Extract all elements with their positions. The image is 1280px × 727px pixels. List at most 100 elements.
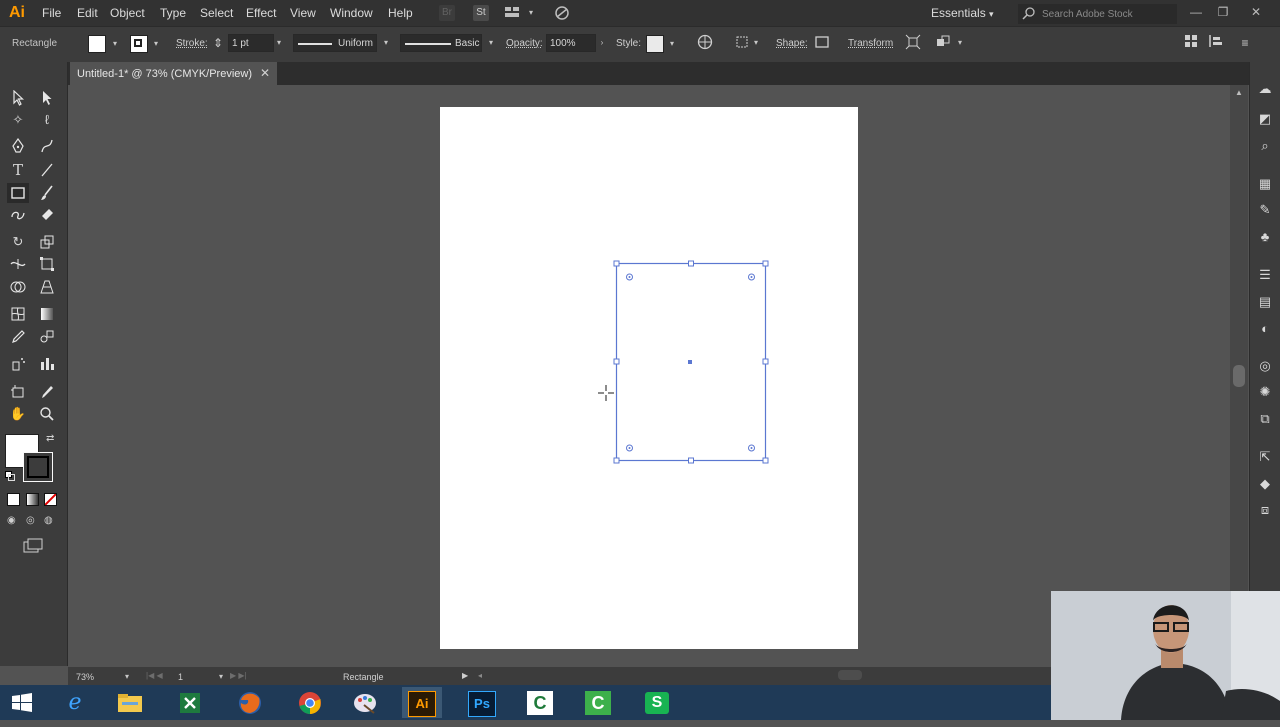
excel-icon[interactable] [170, 687, 210, 718]
lasso-tool-icon[interactable]: ℓ [36, 110, 58, 130]
eyedropper-tool-icon[interactable] [7, 327, 29, 347]
stock-search-box[interactable] [1018, 4, 1177, 24]
horizontal-scroll-thumb[interactable] [838, 670, 862, 680]
chevron-down-icon[interactable]: ▾ [751, 38, 761, 48]
variable-width-profile[interactable]: Uniform [293, 34, 377, 52]
color-mode-button[interactable] [7, 493, 20, 506]
start-button-icon[interactable] [2, 687, 42, 718]
zoom-level[interactable]: 73% [76, 672, 94, 682]
stock-icon[interactable]: St [473, 5, 489, 21]
rotate-tool-icon[interactable]: ↻ [7, 232, 29, 252]
chevron-down-icon[interactable]: ▾ [122, 672, 132, 682]
scroll-up-icon[interactable]: ▲ [1233, 88, 1245, 98]
close-window-button[interactable]: ✕ [1245, 3, 1267, 21]
blend-tool-icon[interactable] [36, 327, 58, 347]
distribute-icon[interactable] [1207, 34, 1225, 52]
stroke-panel-icon[interactable]: ☰ [1255, 266, 1275, 284]
menu-object[interactable]: Object [110, 0, 145, 26]
artboard-nav-next-icon[interactable]: ▶ ▶| [230, 671, 264, 681]
artboard-nav-prev-icon[interactable]: |◀ ◀ [146, 671, 180, 681]
status-menu-icon[interactable]: ▶ [462, 671, 470, 681]
vertical-scroll-thumb[interactable] [1233, 365, 1245, 387]
properties-icon[interactable]: ◩ [1255, 110, 1275, 128]
selection-tool-icon[interactable] [7, 88, 29, 108]
free-transform-tool-icon[interactable] [36, 254, 58, 274]
paintbrush-tool-icon[interactable] [36, 183, 58, 203]
gradient-mode-button[interactable] [26, 493, 39, 506]
line-segment-tool-icon[interactable] [36, 160, 58, 180]
appearance-icon[interactable]: ◎ [1255, 357, 1275, 375]
chevron-down-icon[interactable]: ▾ [955, 38, 965, 48]
scroll-left-icon[interactable]: ◂ [478, 671, 486, 681]
artboards-icon[interactable]: ⧈ [1255, 501, 1275, 519]
stroke-color-swatch[interactable] [23, 452, 53, 482]
magic-wand-tool-icon[interactable]: ✧ [7, 110, 29, 130]
file-explorer-icon[interactable] [110, 687, 150, 718]
type-tool-icon[interactable]: T [7, 160, 29, 180]
slice-tool-icon[interactable] [36, 382, 58, 402]
align-to-icon[interactable] [733, 34, 751, 52]
zoom-tool-icon[interactable] [36, 404, 58, 424]
chevron-down-icon[interactable]: ▾ [667, 39, 677, 49]
mesh-tool-icon[interactable] [7, 304, 29, 324]
symbols-icon[interactable]: ♣ [1255, 228, 1275, 246]
eraser-tool-icon[interactable] [36, 205, 58, 225]
chevron-down-icon[interactable]: ▾ [151, 39, 161, 49]
direct-selection-tool-icon[interactable] [36, 88, 58, 108]
gradient-panel-icon[interactable]: ▤ [1255, 293, 1275, 311]
chevron-down-icon[interactable]: ▾ [486, 38, 496, 48]
scale-tool-icon[interactable] [36, 232, 58, 252]
fill-swatch[interactable] [88, 35, 106, 53]
stroke-weight-field[interactable]: 1 pt [228, 34, 274, 52]
isolate-icon[interactable] [904, 34, 922, 52]
camtasia-recorder-icon[interactable]: C [578, 687, 618, 718]
gradient-tool-icon[interactable] [36, 304, 58, 324]
default-fill-stroke-icon[interactable] [5, 471, 15, 481]
screen-mode-icon[interactable] [22, 538, 44, 554]
hand-tool-icon[interactable]: ✋ [7, 404, 29, 424]
paint-icon[interactable] [345, 687, 385, 718]
arrange-icon[interactable] [934, 34, 952, 52]
menu-file[interactable]: File [42, 0, 61, 26]
stroke-swatch[interactable] [130, 35, 148, 53]
graphic-styles-icon[interactable]: ✺ [1255, 383, 1275, 401]
illustrator-taskbar-icon[interactable]: Ai [402, 687, 442, 718]
minimize-button[interactable]: — [1185, 3, 1207, 21]
perspective-grid-tool-icon[interactable] [36, 277, 58, 297]
stock-search-input[interactable] [1040, 6, 1174, 23]
symbol-sprayer-tool-icon[interactable] [7, 354, 29, 374]
chevron-down-icon[interactable]: ▾ [110, 39, 120, 49]
draw-normal-icon[interactable]: ◉ [7, 515, 19, 527]
chevron-down-icon[interactable]: ▾ [381, 38, 391, 48]
opacity-field[interactable]: 100% [546, 34, 596, 52]
panel-layout-icon[interactable] [1182, 34, 1200, 52]
rectangle-tool-icon[interactable] [7, 183, 29, 203]
menu-type[interactable]: Type [160, 0, 186, 26]
brushes-icon[interactable]: ✎ [1255, 201, 1275, 219]
sheets-icon[interactable]: S [637, 687, 677, 718]
menu-select[interactable]: Select [200, 0, 233, 26]
shaper-tool-icon[interactable] [7, 205, 29, 225]
menu-window[interactable]: Window [330, 0, 373, 26]
cc-libraries-icon[interactable]: ☁ [1255, 80, 1275, 98]
column-graph-tool-icon[interactable] [36, 354, 58, 374]
chrome-icon[interactable] [290, 687, 330, 718]
search-panel-icon[interactable]: ⌕ [1255, 137, 1275, 155]
selected-rectangle[interactable] [608, 255, 776, 469]
stroke-label[interactable]: Stroke: [176, 38, 208, 49]
chevron-down-icon[interactable]: ▾ [216, 672, 226, 682]
menu-effect[interactable]: Effect [246, 0, 276, 26]
asset-export-icon[interactable]: ⧉ [1255, 410, 1275, 428]
arrange-documents-icon[interactable] [503, 5, 521, 21]
camtasia-icon[interactable]: C [520, 687, 560, 718]
shape-options-icon[interactable] [813, 34, 831, 52]
curvature-tool-icon[interactable] [36, 136, 58, 156]
menu-view[interactable]: View [290, 0, 316, 26]
chevron-down-icon[interactable]: ▾ [526, 8, 536, 18]
internet-explorer-icon[interactable]: e [55, 687, 95, 718]
shape-builder-tool-icon[interactable] [7, 277, 29, 297]
shape-label[interactable]: Shape: [776, 38, 808, 49]
menu-help[interactable]: Help [388, 0, 413, 26]
chevron-right-icon[interactable]: › [597, 38, 607, 48]
swap-fill-stroke-icon[interactable]: ⇄ [46, 433, 58, 445]
